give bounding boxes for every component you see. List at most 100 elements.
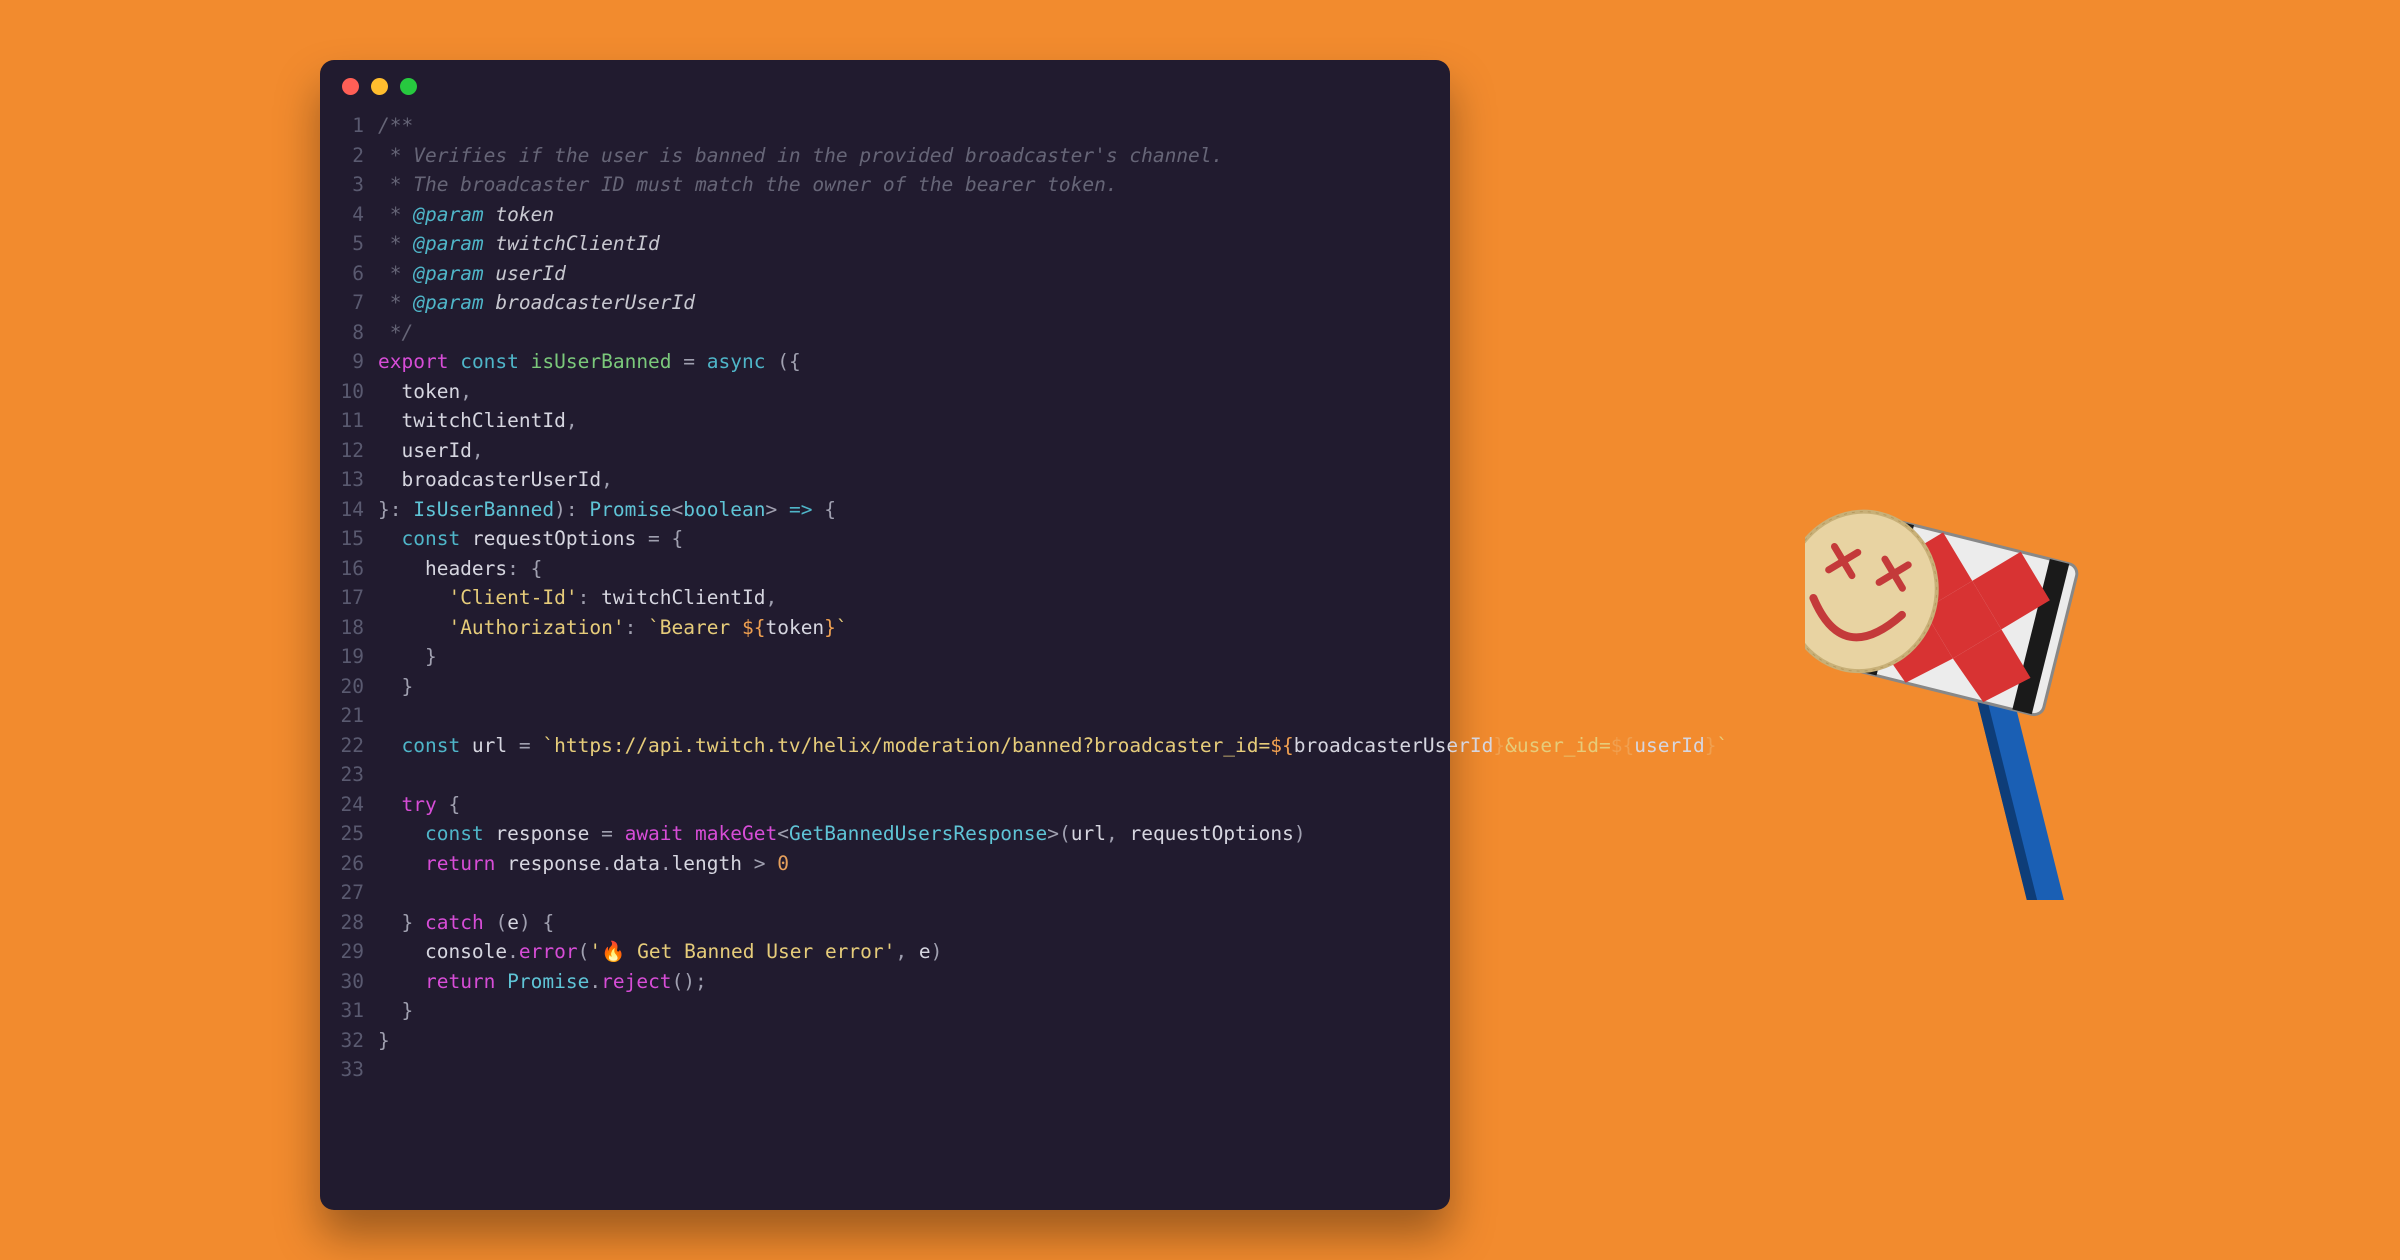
code-content[interactable]: 'Authorization': `Bearer ${token}` [378,613,848,643]
line-number: 10 [320,377,378,407]
code-content[interactable]: * @param twitchClientId [378,229,660,259]
code-content[interactable]: } [378,672,413,702]
line-number: 5 [320,229,378,259]
code-line[interactable]: 10 token, [320,377,1450,407]
line-number: 1 [320,111,378,141]
code-line[interactable]: 8 */ [320,318,1450,348]
line-number: 14 [320,495,378,525]
code-content[interactable]: const requestOptions = { [378,524,683,554]
code-line[interactable]: 31 } [320,996,1450,1026]
code-line[interactable]: 14}: IsUserBanned): Promise<boolean> => … [320,495,1450,525]
code-content[interactable]: token, [378,377,472,407]
close-icon[interactable] [342,78,359,95]
code-content[interactable]: try { [378,790,460,820]
line-number: 16 [320,554,378,584]
line-number: 21 [320,701,378,731]
line-number: 24 [320,790,378,820]
line-number: 13 [320,465,378,495]
code-content[interactable]: * @param broadcasterUserId [378,288,695,318]
line-number: 7 [320,288,378,318]
code-editor[interactable]: 1/**2 * Verifies if the user is banned i… [320,111,1450,1085]
line-number: 6 [320,259,378,289]
code-line[interactable]: 2 * Verifies if the user is banned in th… [320,141,1450,171]
code-line[interactable]: 22 const url = `https://api.twitch.tv/he… [320,731,1450,761]
code-line[interactable]: 15 const requestOptions = { [320,524,1450,554]
line-number: 18 [320,613,378,643]
code-line[interactable]: 7 * @param broadcasterUserId [320,288,1450,318]
code-content[interactable]: * @param userId [378,259,566,289]
code-content[interactable]: * @param token [378,200,554,230]
code-content[interactable]: */ [378,318,413,348]
code-content[interactable]: /** [378,111,413,141]
line-number: 9 [320,347,378,377]
code-line[interactable]: 29 console.error('🔥 Get Banned User erro… [320,937,1450,967]
code-line[interactable]: 33 [320,1055,1450,1085]
code-line[interactable]: 11 twitchClientId, [320,406,1450,436]
line-number: 33 [320,1055,378,1085]
line-number: 11 [320,406,378,436]
line-number: 15 [320,524,378,554]
minimize-icon[interactable] [371,78,388,95]
code-content[interactable]: } [378,996,413,1026]
code-line[interactable]: 6 * @param userId [320,259,1450,289]
code-line[interactable]: 5 * @param twitchClientId [320,229,1450,259]
line-number: 20 [320,672,378,702]
code-line[interactable]: 30 return Promise.reject(); [320,967,1450,997]
code-line[interactable]: 18 'Authorization': `Bearer ${token}` [320,613,1450,643]
code-line[interactable]: 19 } [320,642,1450,672]
code-content[interactable]: * Verifies if the user is banned in the … [378,141,1223,171]
code-content[interactable]: } catch (e) { [378,908,554,938]
code-line[interactable]: 23 [320,760,1450,790]
code-content[interactable]: export const isUserBanned = async ({ [378,347,801,377]
code-content[interactable]: broadcasterUserId, [378,465,613,495]
line-number: 2 [320,141,378,171]
line-number: 17 [320,583,378,613]
code-line[interactable]: 21 [320,701,1450,731]
code-content[interactable]: twitchClientId, [378,406,578,436]
code-line[interactable]: 26 return response.data.length > 0 [320,849,1450,879]
code-line[interactable]: 16 headers: { [320,554,1450,584]
code-content[interactable]: * The broadcaster ID must match the owne… [378,170,1118,200]
line-number: 29 [320,937,378,967]
line-number: 8 [320,318,378,348]
code-line[interactable]: 20 } [320,672,1450,702]
code-content[interactable]: }: IsUserBanned): Promise<boolean> => { [378,495,836,525]
code-line[interactable]: 17 'Client-Id': twitchClientId, [320,583,1450,613]
code-line[interactable]: 25 const response = await makeGet<GetBan… [320,819,1450,849]
code-content[interactable]: } [378,1026,390,1056]
code-line[interactable]: 4 * @param token [320,200,1450,230]
line-number: 31 [320,996,378,1026]
code-content[interactable]: headers: { [378,554,542,584]
code-line[interactable]: 9export const isUserBanned = async ({ [320,347,1450,377]
line-number: 3 [320,170,378,200]
code-content[interactable]: const url = `https://api.twitch.tv/helix… [378,731,1728,761]
code-content[interactable]: userId, [378,436,484,466]
titlebar [320,78,1450,95]
line-number: 27 [320,878,378,908]
code-line[interactable]: 28 } catch (e) { [320,908,1450,938]
code-line[interactable]: 32} [320,1026,1450,1056]
line-number: 26 [320,849,378,879]
line-number: 19 [320,642,378,672]
code-content[interactable]: console.error('🔥 Get Banned User error',… [378,937,942,967]
code-content[interactable]: 'Client-Id': twitchClientId, [378,583,777,613]
line-number: 12 [320,436,378,466]
line-number: 23 [320,760,378,790]
code-line[interactable]: 24 try { [320,790,1450,820]
code-line[interactable]: 3 * The broadcaster ID must match the ow… [320,170,1450,200]
code-line[interactable]: 1/** [320,111,1450,141]
code-content[interactable]: const response = await makeGet<GetBanned… [378,819,1306,849]
line-number: 4 [320,200,378,230]
code-content[interactable]: return response.data.length > 0 [378,849,789,879]
line-number: 22 [320,731,378,761]
maximize-icon[interactable] [400,78,417,95]
code-line[interactable]: 12 userId, [320,436,1450,466]
mallet-illustration [1805,480,2135,900]
line-number: 28 [320,908,378,938]
code-content[interactable]: return Promise.reject(); [378,967,707,997]
line-number: 30 [320,967,378,997]
code-content[interactable]: } [378,642,437,672]
code-line[interactable]: 27 [320,878,1450,908]
line-number: 32 [320,1026,378,1056]
code-line[interactable]: 13 broadcasterUserId, [320,465,1450,495]
